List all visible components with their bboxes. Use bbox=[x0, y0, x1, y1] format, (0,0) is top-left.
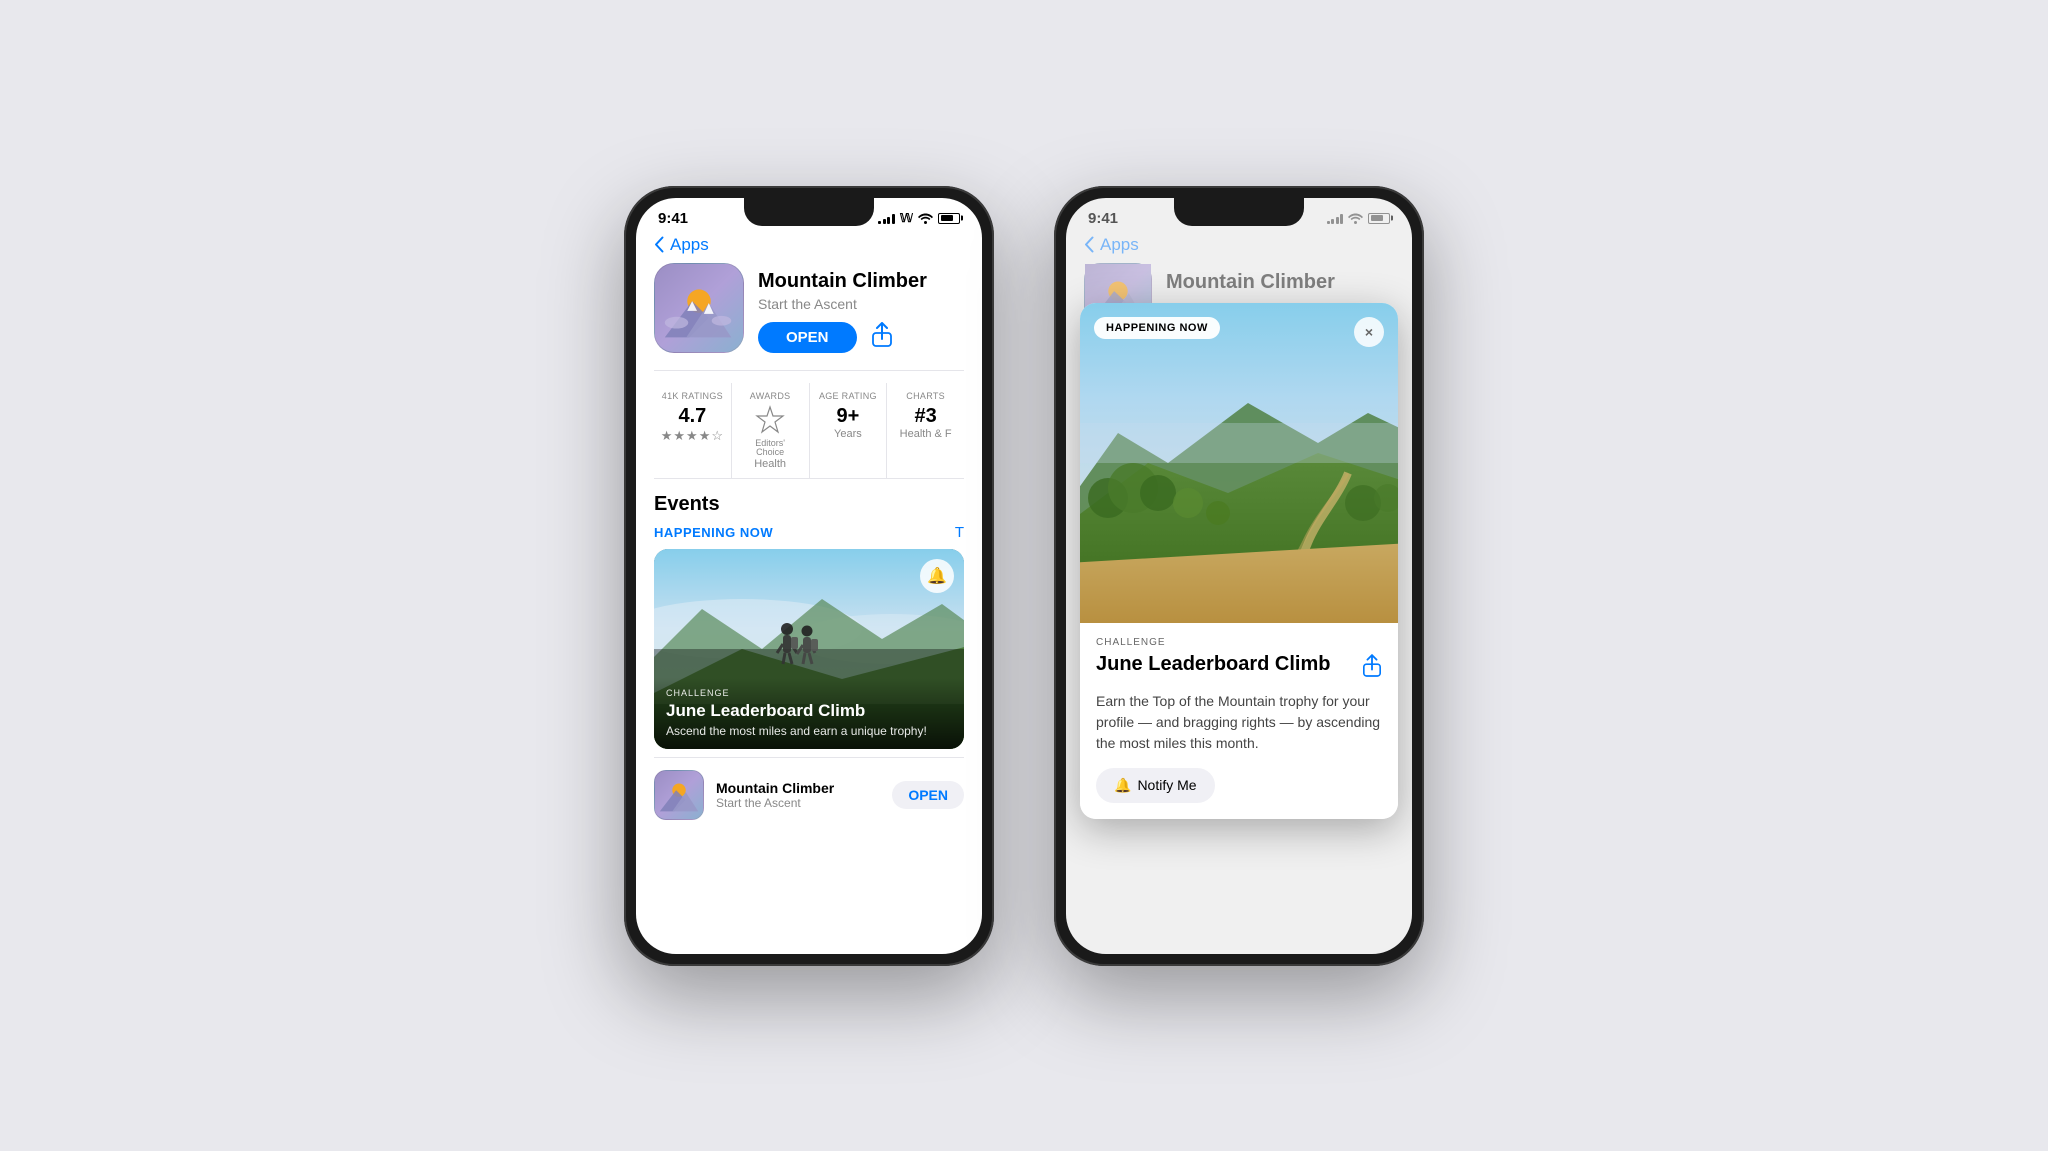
phones-container: 9:41 𝕎 bbox=[624, 186, 1424, 966]
stat-age-value: 9+ bbox=[814, 405, 883, 428]
happening-now-tag-2: HAPPENING NOW bbox=[1094, 317, 1220, 339]
phone-2-notch bbox=[1174, 198, 1304, 226]
share-button-1[interactable] bbox=[871, 322, 893, 354]
stat-awards-label: AWARDS bbox=[736, 391, 805, 401]
app-row-info-1: Mountain Climber Start the Ascent bbox=[716, 780, 880, 810]
wifi-icon-1: 𝕎 bbox=[900, 211, 913, 225]
stars-1: ★★★★☆ bbox=[658, 428, 727, 444]
status-time-1: 9:41 bbox=[658, 210, 688, 227]
app-header-1: Mountain Climber Start the Ascent OPEN bbox=[654, 263, 964, 354]
nav-bar-1[interactable]: Apps bbox=[636, 231, 982, 263]
event-card-1[interactable]: 🔔 CHALLENGE June Leaderboard Climb Ascen… bbox=[654, 549, 964, 749]
modal-content: CHALLENGE June Leaderboard Climb Earn th… bbox=[1080, 623, 1398, 819]
notify-me-button[interactable]: 🔔 Notify Me bbox=[1096, 768, 1215, 803]
back-button-1[interactable]: Apps bbox=[654, 235, 709, 255]
phone2-app-name: Mountain Climber bbox=[1166, 271, 1335, 294]
phone-2: 9:41 bbox=[1054, 186, 1424, 966]
landscape-svg bbox=[1080, 303, 1398, 623]
close-icon: × bbox=[1365, 324, 1373, 340]
modal-description: Earn the Top of the Mountain trophy for … bbox=[1096, 691, 1382, 754]
event-detail-modal: HAPPENING NOW × CHALLENGE June Leaderboa… bbox=[1080, 303, 1398, 819]
stat-charts-sub: Health & F bbox=[891, 428, 960, 440]
close-modal-button[interactable]: × bbox=[1354, 317, 1384, 347]
modal-type: CHALLENGE bbox=[1096, 637, 1382, 648]
bell-icon-modal: 🔔 bbox=[1114, 777, 1131, 794]
events-header: HAPPENING NOW T bbox=[654, 524, 964, 541]
stat-charts-label: CHARTS bbox=[891, 391, 960, 401]
status-icons-1: 𝕎 bbox=[878, 211, 960, 225]
phone-1: 9:41 𝕎 bbox=[624, 186, 994, 966]
stat-ratings: 41K RATINGS 4.7 ★★★★☆ bbox=[654, 383, 732, 479]
stat-ratings-value: 4.7 bbox=[658, 405, 727, 428]
see-all-link-1[interactable]: T bbox=[955, 524, 964, 541]
app-tagline-1: Start the Ascent bbox=[758, 296, 964, 312]
stat-age-sub: Years bbox=[814, 428, 883, 440]
app-bottom-row-1: Mountain Climber Start the Ascent OPEN bbox=[654, 757, 964, 828]
event-desc-1: Ascend the most miles and earn a unique … bbox=[666, 724, 952, 740]
app-icon-small-1 bbox=[654, 770, 704, 820]
back-button-2: Apps bbox=[1084, 235, 1394, 255]
event-overlay-1: CHALLENGE June Leaderboard Climb Ascend … bbox=[654, 678, 964, 750]
signal-icon-1 bbox=[878, 213, 895, 224]
wifi-icon-2 bbox=[1348, 213, 1363, 224]
chevron-left-icon-1 bbox=[654, 236, 664, 253]
stat-age-label: AGE RATING bbox=[814, 391, 883, 401]
editors-badge: Editors'Choice bbox=[736, 405, 805, 459]
stat-awards-sub: Health bbox=[736, 458, 805, 470]
app-info-1: Mountain Climber Start the Ascent OPEN bbox=[758, 263, 964, 354]
wifi-icon-1-svg bbox=[918, 213, 933, 224]
app-icon-small-svg-1 bbox=[655, 771, 703, 819]
event-title-1: June Leaderboard Climb bbox=[666, 701, 952, 721]
open-button-small-1[interactable]: OPEN bbox=[892, 781, 964, 809]
events-section-title: Events bbox=[654, 493, 964, 516]
stat-age: AGE RATING 9+ Years bbox=[810, 383, 888, 479]
stat-ratings-label: 41K RATINGS bbox=[658, 391, 727, 401]
app-actions-1: OPEN bbox=[758, 322, 964, 354]
stat-charts-value: #3 bbox=[891, 405, 960, 428]
app-name-1: Mountain Climber bbox=[758, 269, 964, 293]
back-label-2: Apps bbox=[1100, 235, 1139, 255]
stat-charts: CHARTS #3 Health & F bbox=[887, 383, 964, 479]
open-button-1[interactable]: OPEN bbox=[758, 322, 857, 353]
stat-awards: AWARDS Editors'Choice Health bbox=[732, 383, 810, 479]
app-icon-large-1 bbox=[654, 263, 744, 353]
phone-1-notch bbox=[744, 198, 874, 226]
battery-icon-2 bbox=[1368, 213, 1390, 224]
modal-title-row: June Leaderboard Climb bbox=[1096, 652, 1382, 683]
app-content-1: Mountain Climber Start the Ascent OPEN bbox=[636, 263, 982, 829]
battery-icon-1 bbox=[938, 213, 960, 224]
modal-share-button[interactable] bbox=[1362, 654, 1382, 683]
status-time-2: 9:41 bbox=[1088, 210, 1118, 227]
event-type-1: CHALLENGE bbox=[666, 688, 952, 698]
signal-icon-2 bbox=[1327, 213, 1344, 224]
status-icons-2 bbox=[1327, 213, 1391, 224]
phone-1-screen: 9:41 𝕎 bbox=[636, 198, 982, 954]
back-label-1: Apps bbox=[670, 235, 709, 255]
stats-row-1: 41K RATINGS 4.7 ★★★★☆ AWARDS Editors'Cho… bbox=[654, 383, 964, 480]
notify-me-label: Notify Me bbox=[1137, 777, 1196, 793]
modal-image: HAPPENING NOW × bbox=[1080, 303, 1398, 623]
nav-bar-2: Apps bbox=[1066, 231, 1412, 263]
phone-2-screen: 9:41 bbox=[1066, 198, 1412, 954]
divider-1 bbox=[654, 370, 964, 371]
modal-title: June Leaderboard Climb bbox=[1096, 652, 1362, 676]
happening-now-label-1: HAPPENING NOW bbox=[654, 525, 773, 540]
mountain-icon-svg-1 bbox=[655, 264, 743, 352]
app-row-name-1: Mountain Climber bbox=[716, 780, 880, 796]
app-row-tagline-1: Start the Ascent bbox=[716, 796, 880, 810]
